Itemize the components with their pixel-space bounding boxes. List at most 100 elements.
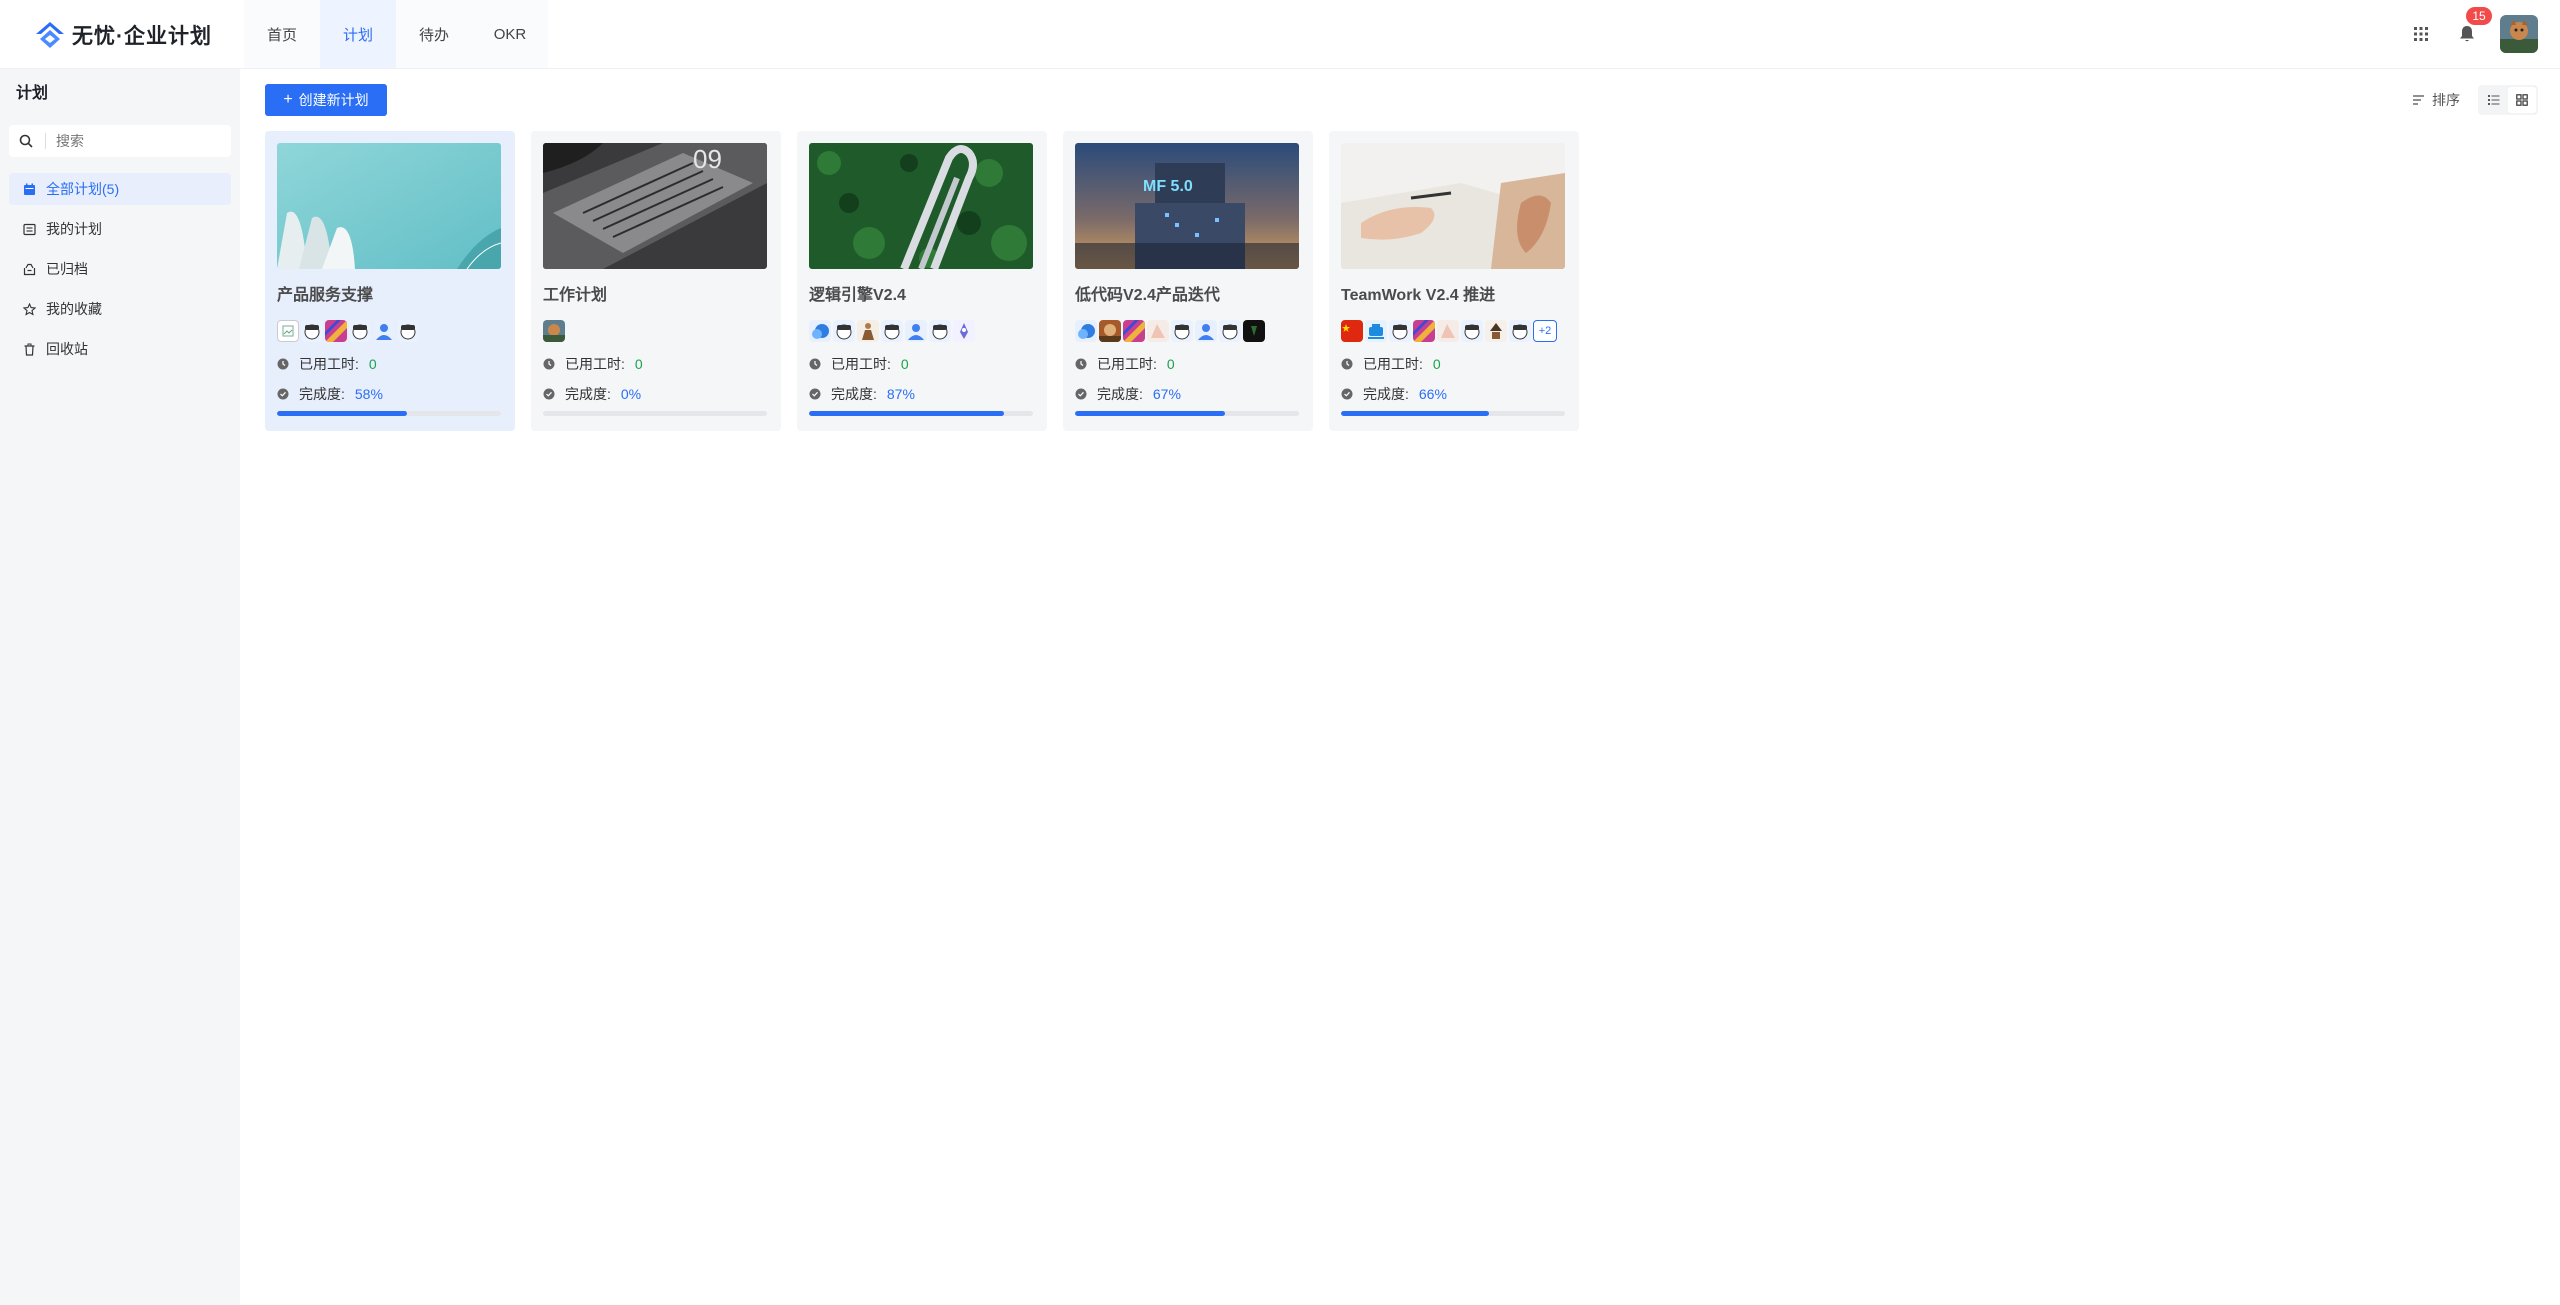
main-content: + 创建新计划 排序 产品服务支撑 已用工时: 0 完成度: 58% 09 工作… <box>240 69 2560 1305</box>
logo-text: 无忧·企业计划 <box>72 25 212 48</box>
sidebar-item-recycle-bin[interactable]: 回收站 <box>9 333 231 365</box>
search-input[interactable] <box>45 133 205 149</box>
progress-fill <box>809 411 1004 416</box>
hours-stat: 已用工时: 0 <box>1075 353 1301 375</box>
hours-value: 0 <box>634 356 643 372</box>
plan-title: TeamWork V2.4 推进 <box>1341 287 1496 304</box>
check-circle-icon <box>1075 388 1087 400</box>
clock-icon <box>543 358 555 370</box>
avatar <box>1219 320 1241 342</box>
star-icon <box>23 302 37 316</box>
sidebar-item-label: 已归档 <box>46 261 88 277</box>
card-view-button[interactable] <box>2508 87 2536 113</box>
completion-stat: 完成度: 67% <box>1075 383 1301 405</box>
hours-label: 已用工时: <box>831 356 891 372</box>
hours-stat: 已用工时: 0 <box>277 353 503 375</box>
create-plan-label: 创建新计划 <box>298 92 369 108</box>
member-avatars <box>277 319 503 343</box>
svg-text:09: 09 <box>693 144 722 174</box>
plan-card[interactable]: 产品服务支撑 已用工时: 0 完成度: 58% <box>265 131 515 431</box>
sidebar-title: 计划 <box>16 85 49 102</box>
clock-icon <box>1075 358 1087 370</box>
calendar-icon <box>23 182 37 196</box>
check-circle-icon <box>1341 388 1353 400</box>
plan-card[interactable]: TeamWork V2.4 推进 +2 已用工时: 0 完成度: 66% <box>1329 131 1579 431</box>
search-icon <box>19 134 33 148</box>
plan-card[interactable]: 逻辑引擎V2.4 已用工时: 0 完成度: 87% <box>797 131 1047 431</box>
progress-bar <box>809 411 1033 416</box>
avatar <box>301 320 323 342</box>
sort-button[interactable]: 排序 <box>2412 90 2460 110</box>
clock-icon <box>1341 358 1353 370</box>
completion-stat: 完成度: 66% <box>1341 383 1567 405</box>
avatar <box>1461 320 1483 342</box>
list-icon <box>23 222 37 236</box>
completion-value: 67% <box>1152 386 1181 402</box>
avatar <box>1365 320 1387 342</box>
notification-badge: 15 <box>2466 7 2492 25</box>
sidebar: 计划 全部计划(5) 我的计划 已归档 <box>0 69 240 1305</box>
sort-icon <box>2413 95 2424 105</box>
progress-bar <box>1075 411 1299 416</box>
avatar <box>1413 320 1435 342</box>
search-box[interactable] <box>9 125 231 157</box>
more-members-badge[interactable]: +2 <box>1533 320 1557 342</box>
completion-value: 66% <box>1418 386 1447 402</box>
plan-card[interactable]: 09 工作计划 已用工时: 0 完成度: 0% <box>531 131 781 431</box>
plan-cover-image <box>277 143 501 269</box>
hours-stat: 已用工时: 0 <box>809 353 1035 375</box>
avatar <box>373 320 395 342</box>
nav-okr[interactable]: OKR <box>472 0 548 68</box>
nav-todo[interactable]: 待办 <box>396 0 472 68</box>
avatar <box>1341 320 1363 342</box>
avatar <box>809 320 831 342</box>
check-circle-icon <box>809 388 821 400</box>
plan-cover-image: 09 <box>543 143 767 269</box>
completion-label: 完成度: <box>1363 386 1409 402</box>
completion-stat: 完成度: 58% <box>277 383 503 405</box>
hours-stat: 已用工时: 0 <box>543 353 769 375</box>
avatar <box>1147 320 1169 342</box>
avatar <box>1075 320 1097 342</box>
plan-card[interactable]: MF 5.0 低代码V2.4产品迭代 已用工时: 0 完成度: 67% <box>1063 131 1313 431</box>
sidebar-item-favorites[interactable]: 我的收藏 <box>9 293 231 325</box>
plan-cover-image <box>1341 143 1565 269</box>
sidebar-item-archived[interactable]: 已归档 <box>9 253 231 285</box>
grid-view-icon <box>2516 94 2528 106</box>
sidebar-menu: 全部计划(5) 我的计划 已归档 我的收藏 回收站 <box>9 173 231 373</box>
archive-icon <box>23 262 37 276</box>
nav-home[interactable]: 首页 <box>244 0 320 68</box>
avatar <box>1509 320 1531 342</box>
notification-bell-icon[interactable]: 15 <box>2454 7 2492 47</box>
completion-label: 完成度: <box>1097 386 1143 402</box>
completion-stat: 完成度: 0% <box>543 383 769 405</box>
sidebar-item-all-plans[interactable]: 全部计划(5) <box>9 173 231 205</box>
completion-value: 87% <box>886 386 915 402</box>
completion-value: 58% <box>354 386 383 402</box>
avatar <box>325 320 347 342</box>
user-avatar[interactable] <box>2500 15 2538 53</box>
main-nav: 首页 计划 待办 OKR <box>244 0 548 68</box>
plus-icon: + <box>283 91 293 108</box>
member-avatars <box>1075 319 1301 343</box>
avatar <box>953 320 975 342</box>
app-logo[interactable]: 无忧·企业计划 <box>34 17 212 53</box>
sidebar-item-my-plans[interactable]: 我的计划 <box>9 213 231 245</box>
progress-bar <box>1341 411 1565 416</box>
completion-value: 0% <box>620 386 642 402</box>
nav-plan[interactable]: 计划 <box>320 0 396 68</box>
avatar <box>397 320 419 342</box>
plan-cards: 产品服务支撑 已用工时: 0 完成度: 58% 09 工作计划 已用工时: 0 … <box>265 131 1595 431</box>
view-toolbar: 排序 <box>2412 84 2538 116</box>
top-header: 无忧·企业计划 首页 计划 待办 OKR 15 <box>0 0 2560 69</box>
create-plan-button[interactable]: + 创建新计划 <box>265 84 387 116</box>
hours-value: 0 <box>1166 356 1175 372</box>
apps-grid-icon[interactable] <box>2408 21 2434 47</box>
hours-label: 已用工时: <box>1363 356 1423 372</box>
avatar <box>1389 320 1411 342</box>
clock-icon <box>809 358 821 370</box>
completion-stat: 完成度: 87% <box>809 383 1035 405</box>
hours-value: 0 <box>1432 356 1441 372</box>
avatar <box>349 320 371 342</box>
list-view-button[interactable] <box>2480 87 2508 113</box>
